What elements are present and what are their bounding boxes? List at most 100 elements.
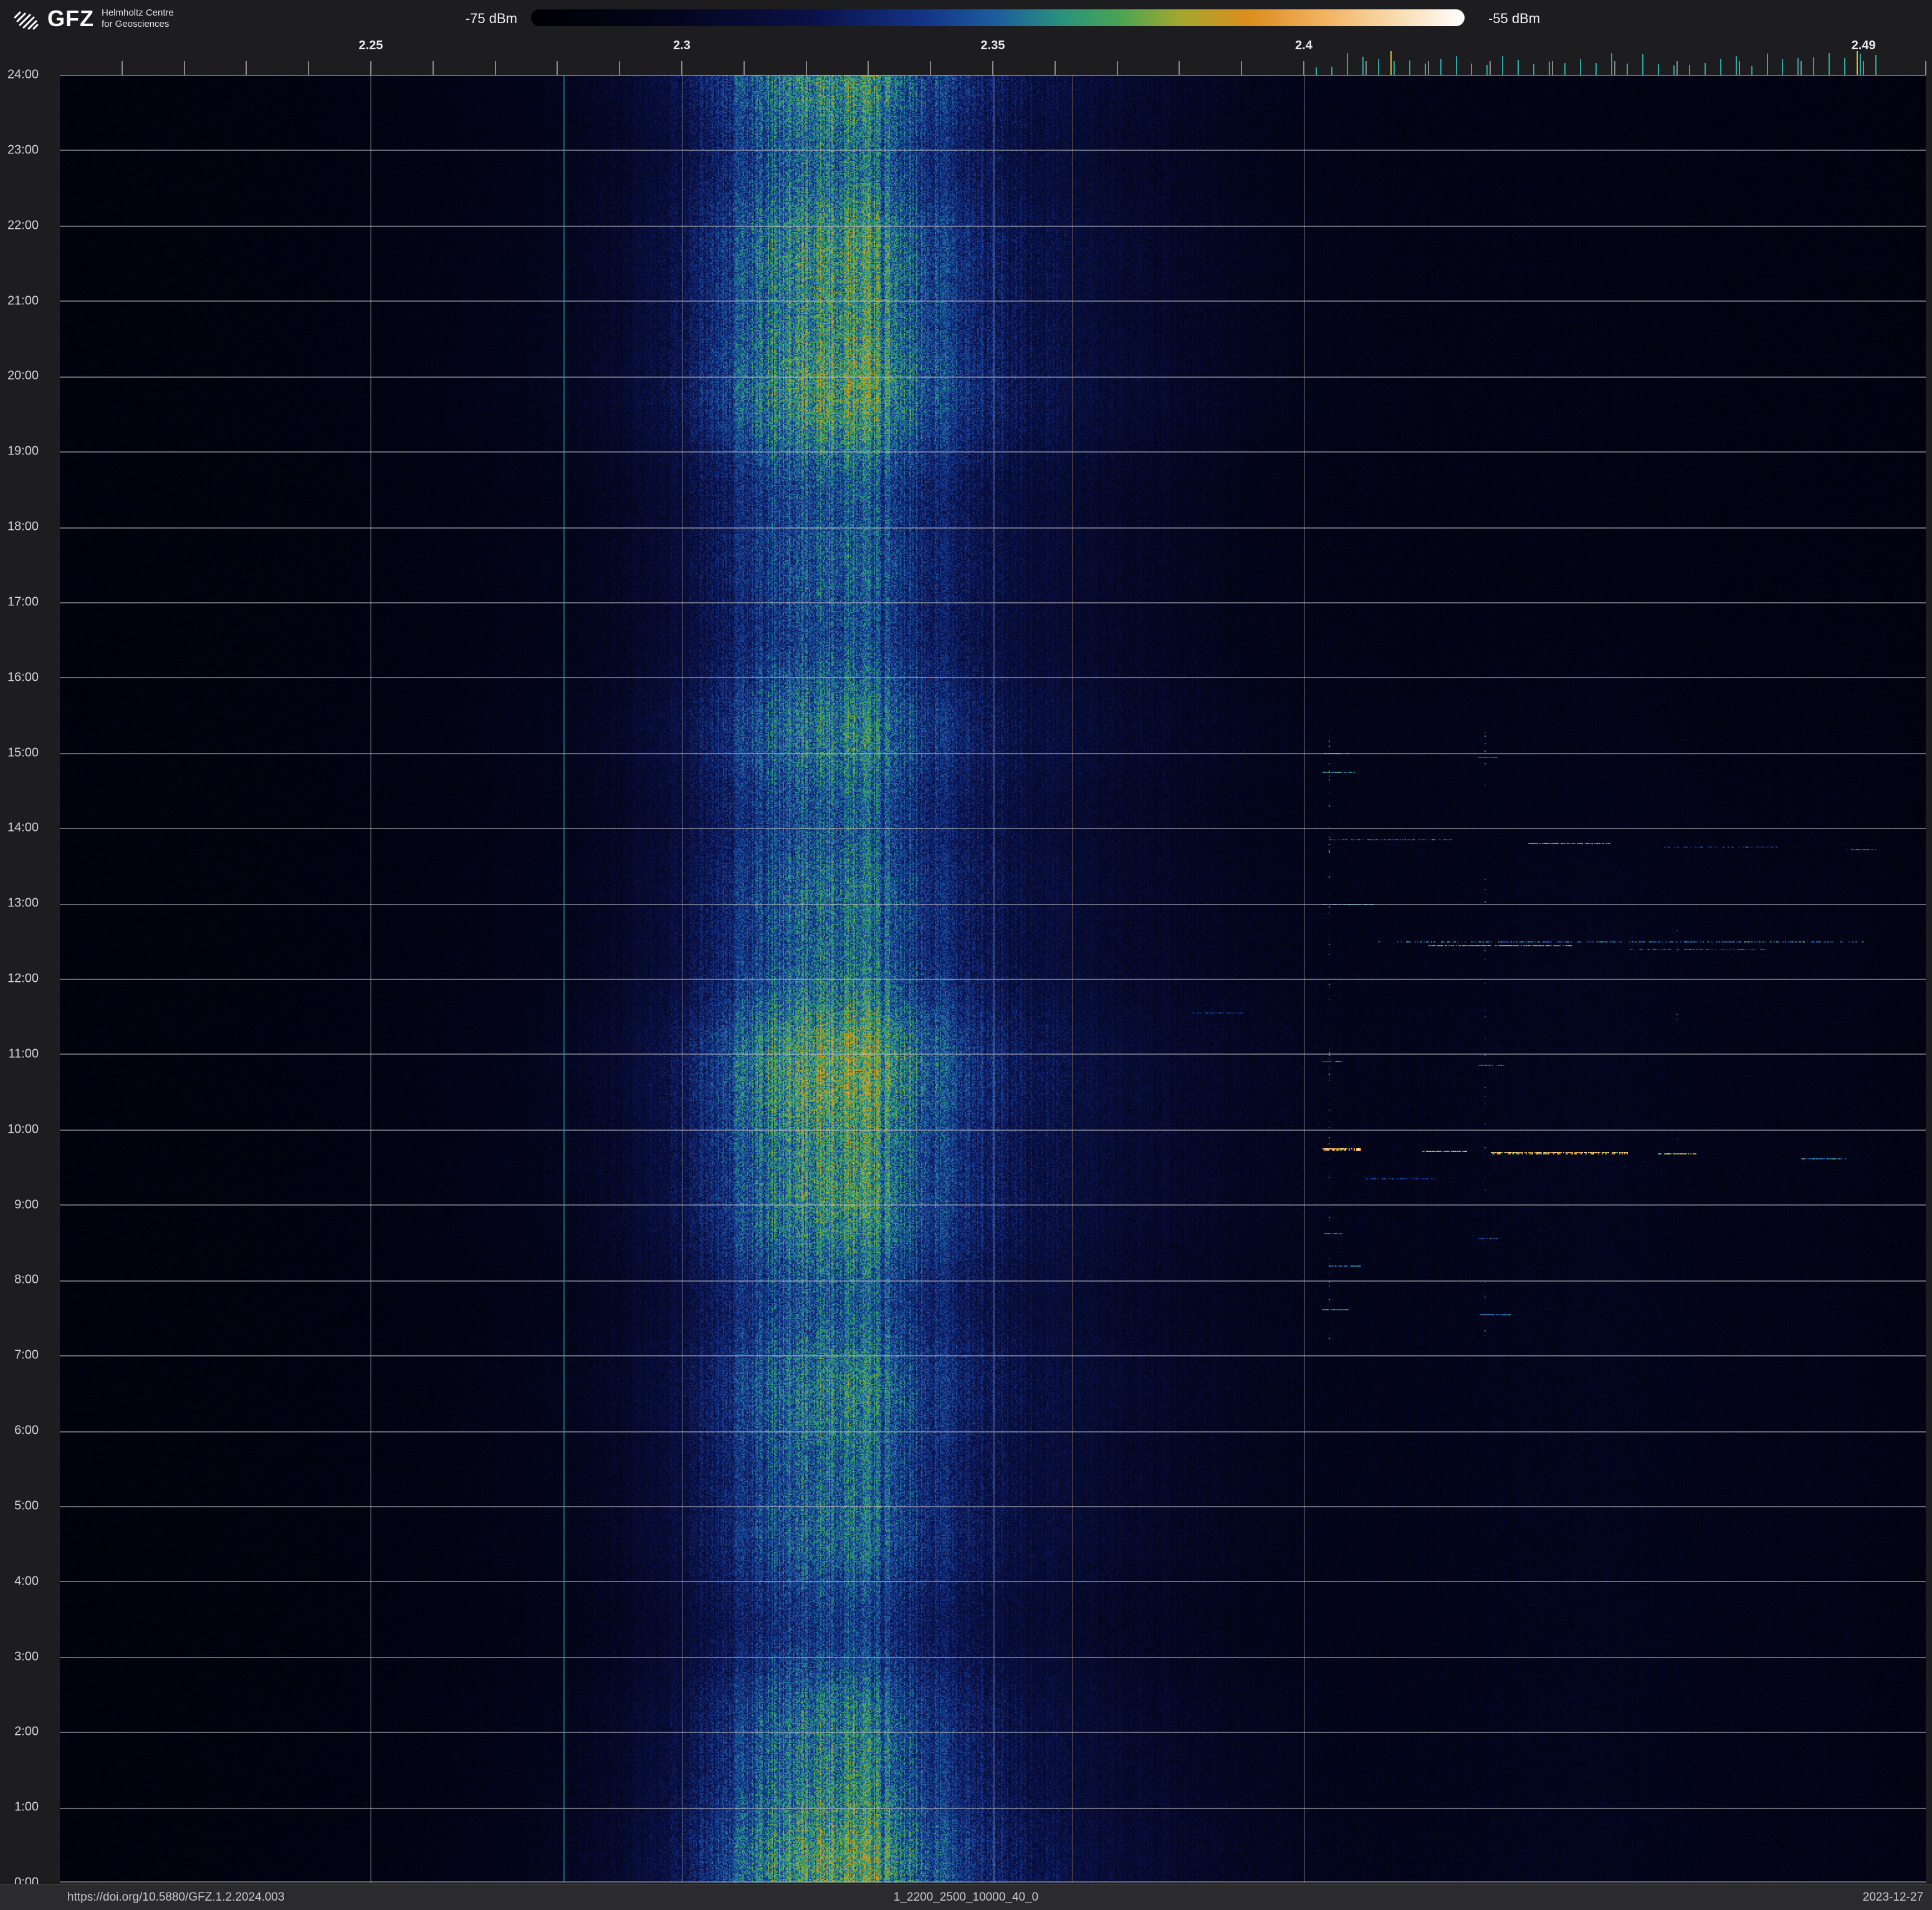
freq-tick xyxy=(992,61,993,75)
freq-tick xyxy=(868,61,869,75)
time-tick-label: 15:00 xyxy=(7,746,39,759)
freq-tick xyxy=(308,61,310,75)
freq-tick xyxy=(1857,51,1858,75)
freq-tick xyxy=(1614,61,1615,75)
date-label: 2023-12-27 xyxy=(1862,1890,1923,1904)
time-axis: 24:00 23:00 22:00 21:00 20:00 19:00 18:00 17:00… xyxy=(0,0,60,1910)
time-tick-label: 21:00 xyxy=(7,294,39,307)
freq-tick xyxy=(1676,61,1678,75)
time-tick-label: 4:00 xyxy=(14,1574,39,1588)
freq-tick xyxy=(1315,67,1317,75)
time-tick-label: 8:00 xyxy=(14,1272,39,1287)
freq-tick xyxy=(1766,54,1768,75)
freq-tick xyxy=(1704,63,1706,75)
freq-tick xyxy=(121,61,123,75)
freq-tick xyxy=(432,61,434,75)
freq-tick xyxy=(1595,63,1597,75)
freq-tick xyxy=(1303,61,1304,75)
freq-tick xyxy=(1365,61,1367,75)
freq-tick xyxy=(1552,61,1554,75)
freq-tick xyxy=(1844,58,1846,75)
freq-tick xyxy=(1875,55,1877,75)
freq-tick xyxy=(1813,57,1815,75)
freq-tick xyxy=(1390,51,1392,75)
freq-tick xyxy=(1863,61,1865,75)
freq-tick xyxy=(619,61,621,75)
freq-tick xyxy=(1738,61,1740,75)
time-tick-label: 9:00 xyxy=(14,1197,39,1211)
time-tick-label: 24:00 xyxy=(7,67,39,82)
time-tick-label: 14:00 xyxy=(7,820,39,835)
freq-tick xyxy=(1580,59,1582,75)
freq-tick xyxy=(1455,56,1457,75)
time-tick-label: 3:00 xyxy=(14,1649,39,1663)
freq-tick xyxy=(1673,65,1675,75)
freq-tick xyxy=(1564,63,1566,75)
freq-tick xyxy=(1533,64,1535,75)
freq-tick xyxy=(1377,59,1379,75)
freq-tick xyxy=(930,61,932,75)
freq-tick xyxy=(246,61,247,75)
time-tick-label: 7:00 xyxy=(14,1348,39,1362)
time-tick-label: 23:00 xyxy=(7,143,39,157)
time-tick-label: 22:00 xyxy=(7,218,39,233)
spectrogram-canvas xyxy=(60,75,1926,1883)
freq-tick xyxy=(1486,65,1488,75)
freq-tick xyxy=(1346,53,1348,75)
freq-tick xyxy=(1502,56,1504,75)
freq-tick xyxy=(1518,60,1519,75)
freq-tick xyxy=(743,61,745,75)
freq-tick xyxy=(1657,64,1659,75)
freq-tick xyxy=(805,61,807,75)
time-tick-label: 10:00 xyxy=(7,1122,39,1136)
freq-tick xyxy=(1782,59,1784,75)
freq-tick xyxy=(1408,60,1410,75)
freq-tick xyxy=(1626,64,1628,75)
freq-tick xyxy=(1925,61,1926,75)
time-tick-label: 5:00 xyxy=(14,1499,39,1513)
freq-tick xyxy=(1800,61,1802,75)
frequency-axis: 2.25 2.3 2.35 2.4 2.49 xyxy=(0,0,1932,75)
freq-tick-label: 2.35 xyxy=(980,39,1005,52)
freq-tick xyxy=(1362,57,1364,75)
freq-tick xyxy=(1490,61,1491,75)
freq-tick xyxy=(1241,61,1243,75)
freq-tick xyxy=(1393,61,1395,75)
time-tick-label: 16:00 xyxy=(7,670,39,684)
time-tick-label: 13:00 xyxy=(7,896,39,910)
freq-tick xyxy=(1829,53,1830,75)
freq-tick xyxy=(1116,61,1118,75)
dataset-id: 1_2200_2500_10000_40_0 xyxy=(893,1890,1039,1904)
freq-tick xyxy=(1179,61,1180,75)
freq-tick xyxy=(1751,66,1753,75)
freq-tick xyxy=(1424,64,1426,75)
time-tick-label: 11:00 xyxy=(8,1047,39,1061)
footer-bar: https://doi.org/10.5880/GFZ.1.2.2024.003… xyxy=(0,1884,1932,1910)
freq-tick xyxy=(1471,64,1473,75)
freq-tick xyxy=(1440,59,1442,75)
time-tick-label: 2:00 xyxy=(14,1724,39,1739)
freq-tick xyxy=(1797,58,1799,75)
freq-tick xyxy=(1427,61,1429,75)
time-tick-label: 17:00 xyxy=(7,595,39,609)
time-tick-label: 12:00 xyxy=(7,971,39,986)
freq-tick xyxy=(1719,59,1721,75)
freq-tick xyxy=(1054,61,1056,75)
time-tick-label: 18:00 xyxy=(7,519,39,534)
freq-tick xyxy=(1860,54,1862,75)
freq-tick xyxy=(557,61,558,75)
plot-area xyxy=(60,75,1926,1883)
time-tick-label: 1:00 xyxy=(14,1800,39,1814)
freq-tick xyxy=(494,61,496,75)
freq-tick-label: 2.3 xyxy=(673,39,691,52)
freq-tick xyxy=(1642,54,1643,75)
time-tick-label: 6:00 xyxy=(14,1423,39,1437)
time-tick-label: 20:00 xyxy=(7,368,39,383)
freq-tick-label: 2.49 xyxy=(1851,39,1876,52)
freq-tick-label: 2.4 xyxy=(1295,39,1313,52)
time-tick-label: 19:00 xyxy=(7,444,39,458)
freq-tick xyxy=(1735,56,1737,75)
freq-tick-label: 2.25 xyxy=(358,39,383,52)
freq-tick xyxy=(1549,62,1551,75)
freq-tick xyxy=(681,61,682,75)
